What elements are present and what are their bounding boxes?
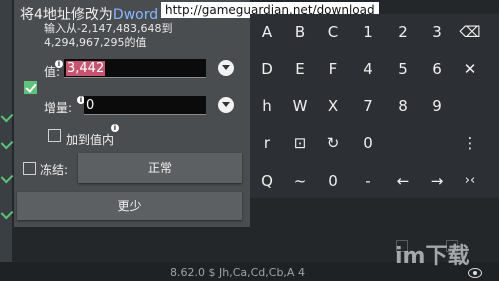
range-hint: 输入从-2,147,483,648到4,294,967,295的值 [44,22,173,49]
title-type: Dword [112,7,159,23]
less-button[interactable]: 更少 [17,192,242,220]
value-input-text: 3,442 [66,61,106,76]
key-7[interactable]: 7 [353,91,383,121]
clear-icon[interactable]: ✕ [455,54,485,84]
key-f[interactable]: F [318,54,348,84]
more-vert-icon[interactable]: ⋮ [455,128,485,158]
key-w[interactable]: W [285,91,315,121]
left-results-strip [0,0,14,281]
info-icon[interactable]: i [111,124,119,132]
dialog-title: 将4地址修改为Dword [20,4,158,24]
check-icon [0,170,14,184]
value-input[interactable]: 3,442 [64,59,206,78]
key-x[interactable]: X [318,91,348,121]
key-3[interactable]: 3 [422,17,452,47]
key-minus[interactable]: - [353,166,383,196]
key-d[interactable]: D [252,54,282,84]
key-a[interactable]: A [252,17,282,47]
check-icon [0,136,14,150]
key-4[interactable]: 4 [353,54,383,84]
add-to-value-label: 加到值内 [66,133,115,147]
increment-input-text: 0 [86,98,95,113]
key-zero-alt[interactable]: 0 [318,166,348,196]
increment-input[interactable]: 0 [84,96,206,115]
key-0[interactable]: 0 [353,128,383,158]
freeze-mode-button[interactable]: 正常 [78,153,242,183]
key-b[interactable]: B [285,17,315,47]
info-icon[interactable]: i [55,60,63,68]
key-e[interactable]: E [285,54,315,84]
eye-icon[interactable] [468,268,482,278]
key-c[interactable]: C [318,17,348,47]
select-icon[interactable]: ⊡ [285,128,315,158]
key-h[interactable]: h [252,91,282,121]
arrow-right-icon[interactable]: → [422,166,452,196]
key-tilde[interactable]: ~ [285,166,315,196]
value-dropdown-button[interactable] [218,60,234,76]
key-1[interactable]: 1 [353,17,383,47]
check-icon [0,109,14,123]
hex-keyboard: A B C 1 2 3 ⌫ D E F 4 5 6 ✕ h W X 7 8 9 … [250,14,499,198]
value-enable-checkbox[interactable] [24,81,37,94]
key-5[interactable]: 5 [388,54,418,84]
increment-dropdown-button[interactable] [218,97,234,113]
key-2[interactable]: 2 [388,17,418,47]
watermark-logo: im下载 [395,244,470,269]
arrow-left-icon[interactable]: ← [388,166,418,196]
backspace-icon[interactable]: ⌫ [455,17,485,47]
edit-value-dialog: 将4地址修改为Dword 输入从-2,147,483,648到4,294,967… [14,0,250,227]
key-9[interactable]: 9 [422,91,452,121]
freeze-label: 冻结: [40,163,69,177]
key-q[interactable]: Q [252,166,282,196]
key-8[interactable]: 8 [388,91,418,121]
collapse-icon[interactable]: ›‹ [455,166,485,196]
history-icon[interactable]: ↻ [318,128,348,158]
key-6[interactable]: 6 [422,54,452,84]
increment-label: 增量: [44,101,73,115]
freeze-checkbox[interactable] [23,162,36,175]
add-to-value-checkbox[interactable] [48,129,61,142]
version-text: 8.62.0 $ Jh,Ca,Cd,Cb,A 4 [170,266,305,279]
key-r[interactable]: r [252,128,282,158]
check-icon [0,206,14,220]
title-prefix: 将4地址修改为 [20,7,113,23]
